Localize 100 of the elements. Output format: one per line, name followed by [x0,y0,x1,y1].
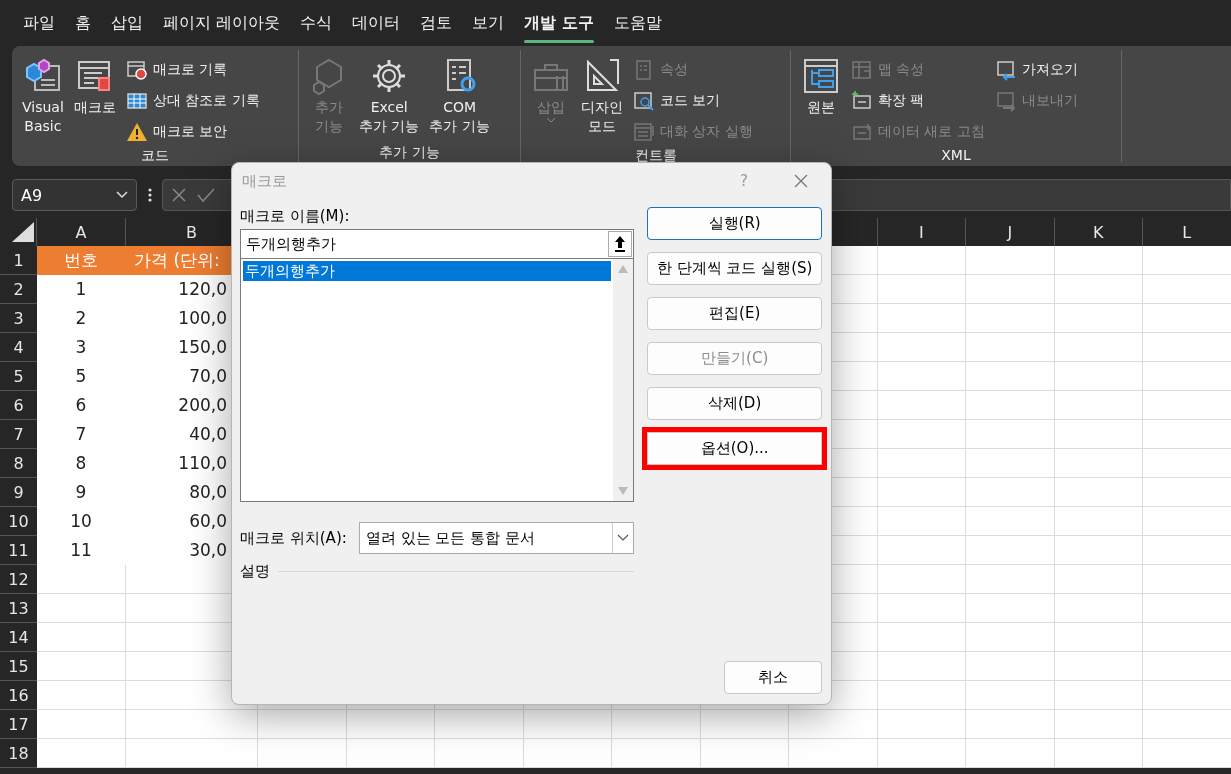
table-cell[interactable] [1054,362,1143,391]
table-cell[interactable] [1143,449,1231,478]
table-cell[interactable] [1143,623,1231,652]
table-cell[interactable] [1054,304,1143,333]
dialog-button[interactable]: 편집(E) [647,297,822,330]
upload-button[interactable] [608,231,633,257]
menu-tab[interactable]: 검토 [411,6,462,40]
table-cell[interactable] [877,275,966,304]
ribbon-button[interactable]: 상대 참조로 기록 [121,85,264,116]
table-cell[interactable] [523,739,612,768]
table-cell[interactable] [1054,652,1143,681]
table-cell[interactable] [877,246,966,275]
table-cell[interactable] [1054,246,1143,275]
menu-tab[interactable]: 파일 [14,6,64,40]
table-cell[interactable] [789,710,878,739]
name-field[interactable]: 두개의행추가 [240,229,635,259]
table-cell[interactable] [966,362,1055,391]
dialog-button[interactable]: 실행(R) [647,207,822,240]
table-cell[interactable] [1054,594,1143,623]
table-cell[interactable] [966,565,1055,594]
table-cell[interactable] [877,478,966,507]
dialog-button[interactable]: 삭제(D) [647,387,822,420]
table-cell[interactable] [1054,449,1143,478]
table-cell[interactable] [435,710,524,739]
table-cell[interactable] [37,739,126,768]
table-cell[interactable] [877,391,966,420]
menu-tab[interactable]: 개발 도구 [515,6,603,40]
table-cell[interactable] [1054,507,1143,536]
ribbon-button[interactable]: Visual Basic [18,54,68,147]
ribbon-button[interactable]: 디자인 모드 [577,54,627,147]
ribbon-button[interactable]: 매크로 보안 [121,116,264,147]
table-cell[interactable] [877,565,966,594]
menu-tab[interactable]: 데이터 [343,6,410,40]
menu-tab[interactable]: 삽입 [102,6,152,40]
menu-tab[interactable]: 보기 [463,6,514,40]
table-cell[interactable] [37,652,126,681]
select-all-icon[interactable] [12,222,34,242]
table-cell[interactable] [258,710,347,739]
table-cell[interactable] [1143,652,1231,681]
table-cell[interactable] [966,739,1055,768]
table-cell[interactable] [1054,739,1143,768]
menu-tab[interactable]: 도움말 [604,6,671,40]
table-cell[interactable] [1054,536,1143,565]
table-cell[interactable] [700,739,789,768]
table-cell[interactable] [877,304,966,333]
menu-tab[interactable]: 페이지 레이아웃 [154,6,290,40]
table-cell[interactable] [966,710,1055,739]
table-cell[interactable] [37,565,126,594]
table-cell[interactable] [258,739,347,768]
scrollbar[interactable] [613,259,634,501]
table-cell[interactable] [1143,478,1231,507]
table-cell[interactable] [1143,565,1231,594]
ribbon-button[interactable]: 원본 [797,54,845,147]
cancel-button[interactable]: 취소 [724,661,822,694]
table-cell[interactable] [700,710,789,739]
table-cell[interactable] [877,739,966,768]
table-cell[interactable] [966,449,1055,478]
table-cell[interactable] [1143,275,1231,304]
table-cell[interactable] [877,362,966,391]
ribbon-button[interactable]: 코드 보기 [629,85,757,116]
table-cell[interactable] [1054,710,1143,739]
more-icon[interactable] [148,187,152,203]
table-cell[interactable] [1054,391,1143,420]
table-cell[interactable] [126,710,258,739]
table-cell[interactable] [1143,391,1231,420]
table-cell[interactable] [37,594,126,623]
table-cell[interactable] [1054,478,1143,507]
table-cell[interactable] [966,275,1055,304]
table-cell[interactable] [346,739,435,768]
table-cell[interactable] [877,333,966,362]
table-cell[interactable] [1054,275,1143,304]
table-cell[interactable] [966,623,1055,652]
table-cell[interactable] [1054,623,1143,652]
check-icon[interactable] [197,187,215,203]
table-cell[interactable] [37,710,126,739]
table-cell[interactable] [1054,565,1143,594]
table-cell[interactable] [1143,681,1231,710]
table-cell[interactable] [966,420,1055,449]
table-cell[interactable] [37,681,126,710]
table-cell[interactable] [1143,710,1231,739]
table-cell[interactable] [966,536,1055,565]
menu-tab[interactable]: 수식 [291,6,342,40]
down-arrow-icon[interactable] [618,487,629,495]
table-cell[interactable] [877,681,966,710]
menu-tab[interactable]: 홈 [66,6,100,40]
ribbon-button[interactable]: 확장 팩 [847,85,989,116]
ribbon-button[interactable]: COM 추가 기능 [425,54,494,144]
table-cell[interactable] [789,739,878,768]
table-cell[interactable] [1143,594,1231,623]
ribbon-button[interactable]: 매크로 기록 [121,54,264,85]
table-cell[interactable] [1143,420,1231,449]
table-cell[interactable] [877,652,966,681]
macro-list[interactable]: 두개의행추가 [240,259,635,502]
table-cell[interactable] [612,710,701,739]
table-cell[interactable] [1143,739,1231,768]
table-cell[interactable] [966,333,1055,362]
table-cell[interactable] [966,391,1055,420]
ribbon-button[interactable]: 가져오기 [990,54,1082,85]
table-cell[interactable] [1054,420,1143,449]
table-cell[interactable] [1143,536,1231,565]
